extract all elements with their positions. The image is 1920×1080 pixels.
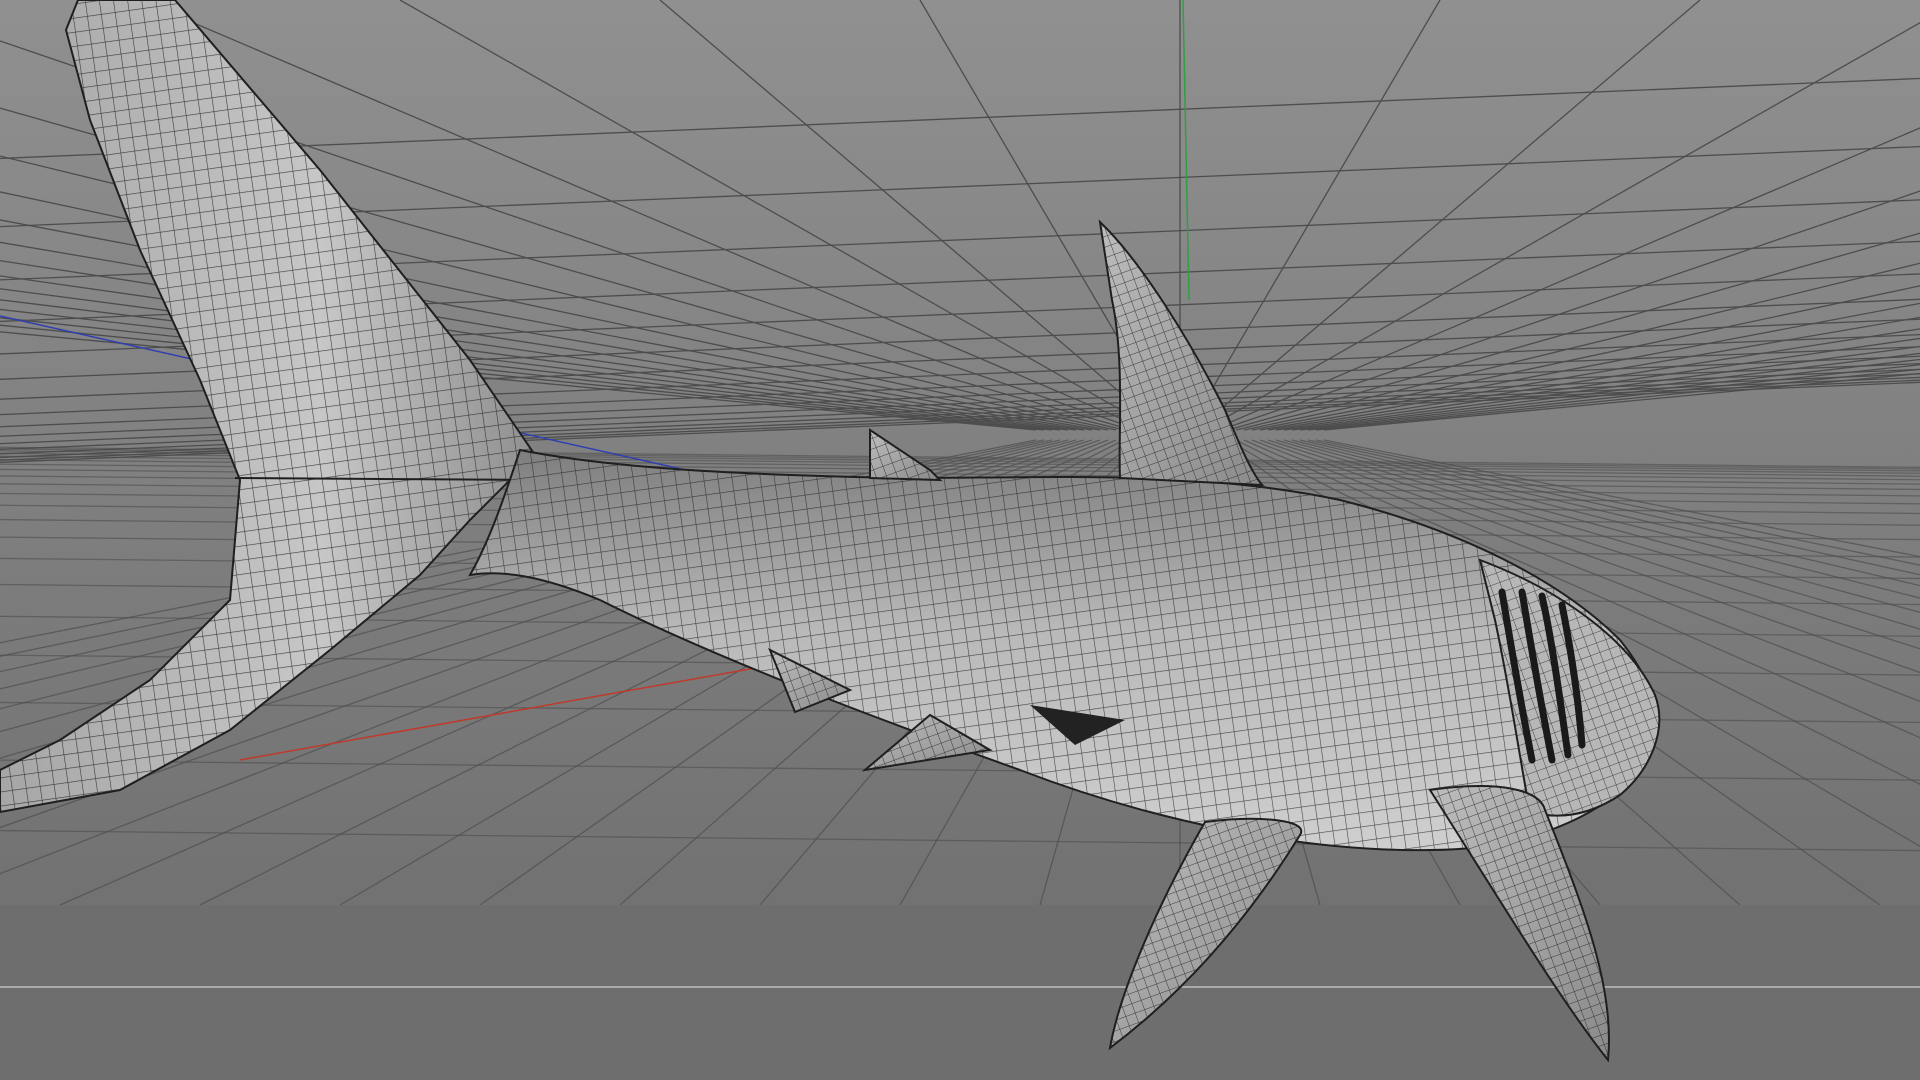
viewport-canvas[interactable]: [0, 0, 1920, 1080]
3d-viewport[interactable]: [0, 0, 1920, 1080]
floor-plane: [0, 905, 1920, 1080]
